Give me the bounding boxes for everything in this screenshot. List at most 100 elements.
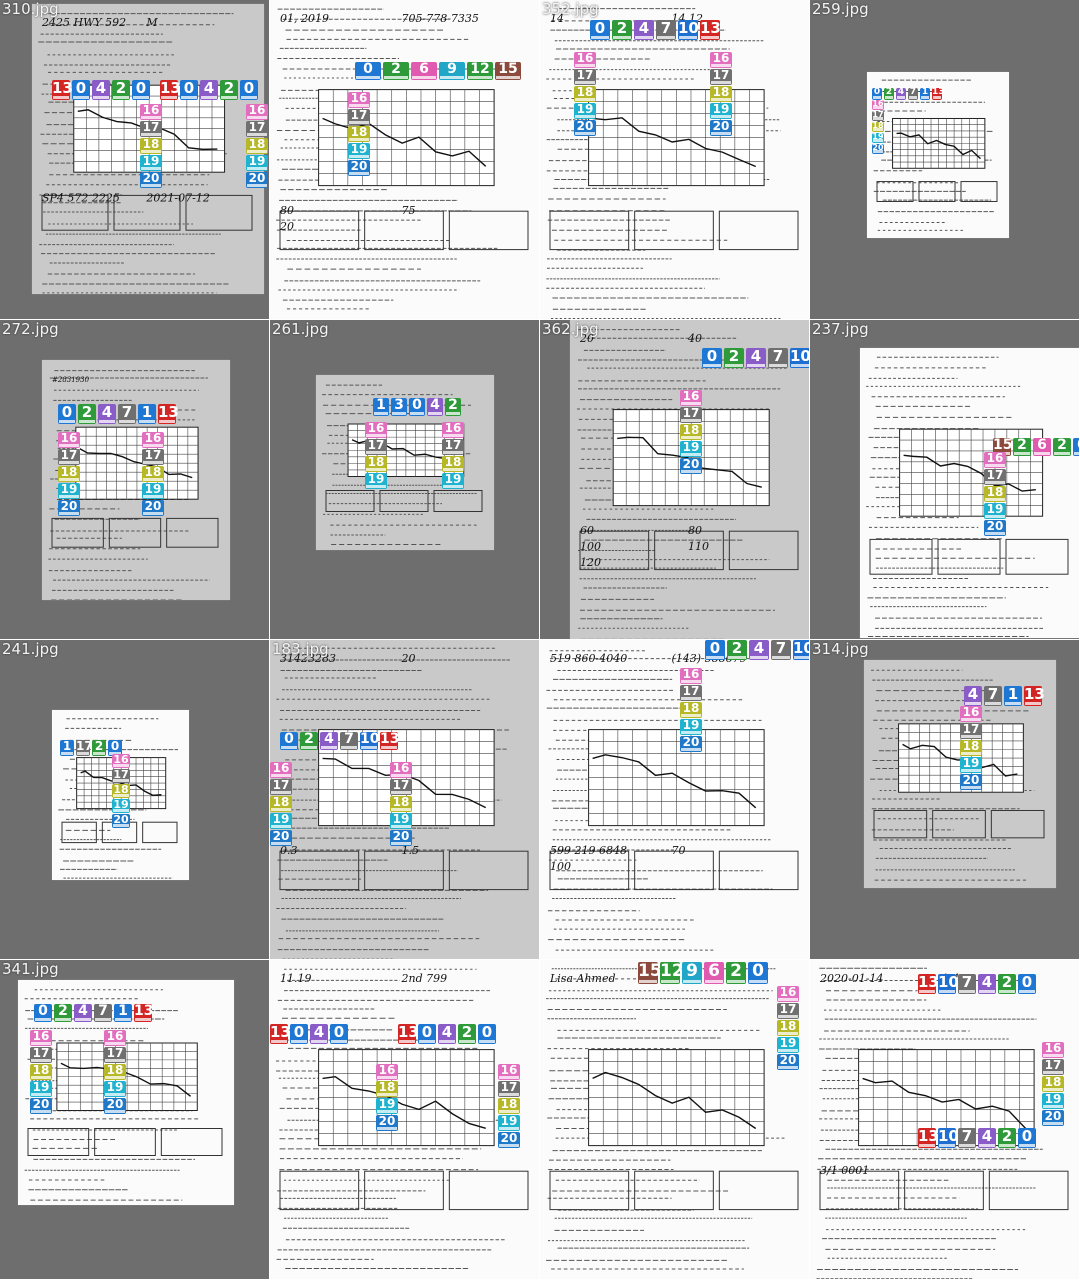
thumbnail-cell[interactable]: 14 14 12 0 2 4 7 10 13 16 17 18 19 20 16 17 18 19 20 352.j… xyxy=(540,0,810,320)
side-label-badge: 20 xyxy=(142,500,164,516)
top-label-badge: 0 xyxy=(1018,1128,1036,1148)
side-label-badge: 19 xyxy=(104,1081,126,1097)
thumbnail-cell[interactable]: 01, 2019 705-778-7335 80 75 20 0 2 6 9 12 15 16 17 18… xyxy=(270,0,540,320)
top-label-badge: 0 xyxy=(355,62,381,80)
side-label-badge: 16 xyxy=(498,1064,520,1080)
top-label-badge: 13 xyxy=(158,404,179,424)
top-label-badge: 2 xyxy=(220,80,238,100)
side-label-badge: 18 xyxy=(442,456,464,472)
side-label-badge: 20 xyxy=(348,160,370,176)
form-box xyxy=(960,181,998,202)
side-label-badge: 20 xyxy=(246,172,268,188)
thumbnail-cell[interactable]: 1526201617181920237.jpg xyxy=(810,320,1080,640)
handwritten-text: 3/1 0001 xyxy=(820,1164,869,1177)
side-label-badge: 16 xyxy=(680,390,702,406)
document-image: Lisa Ahmed xyxy=(540,960,809,1279)
thumbnail-cell[interactable]: #2831930 0 2 4 7 1 13 16 17 18 19 20 16 17 18 19 20 272.j… xyxy=(0,320,270,640)
top-label-badge: 2 xyxy=(92,740,106,756)
form-box xyxy=(990,809,1045,839)
handwritten-text: 2nd 799 xyxy=(401,972,448,985)
top-label-badge: 10 xyxy=(790,348,809,368)
thumbnail-cell[interactable]: 2425 HWY 592 M SP4 572 2225 2021-07-12 13 0 4 2… xyxy=(0,0,270,320)
side-label-badge: 16 xyxy=(348,92,370,108)
side-label-badge: 17 xyxy=(442,439,464,455)
thumbnail-cell[interactable]: 519 860-4040 (143) 588679 599 219 6848 70 10… xyxy=(540,640,810,960)
thumbnail-cell[interactable]: 0 2 4 7 1 13 16 17 18 19 20 16 17 18 19 20 341.jpg xyxy=(0,960,270,1280)
top-label-badge: 13 xyxy=(380,732,399,750)
top-label-badge: 7 xyxy=(958,974,976,994)
top-label-badge: 4 xyxy=(427,398,443,416)
side-label-badge: 16 xyxy=(390,762,412,778)
side-label-badge: 19 xyxy=(365,473,387,489)
side-label-badge: 18 xyxy=(30,1064,52,1080)
top-label-badge: 7 xyxy=(656,20,676,40)
thumbnail-cell[interactable]: 4 7 1 13 16 17 18 19 20 314.jpg xyxy=(810,640,1080,960)
side-label-badge: 16 xyxy=(960,706,982,722)
top-label-badge: 13 xyxy=(134,1004,153,1022)
top-label-badge: 0 xyxy=(280,732,298,750)
filename-label: 352.jpg xyxy=(542,0,599,18)
form-box xyxy=(448,1170,529,1211)
handwritten-text: 705-778-7335 xyxy=(402,12,479,25)
top-label-badge: 13 xyxy=(52,80,73,100)
side-label-badge: 20 xyxy=(140,172,162,188)
top-label-badge: 7 xyxy=(118,404,136,424)
side-label-badge: 19 xyxy=(777,1037,799,1053)
top-label-badge: 2 xyxy=(445,398,461,416)
side-label-badge: 16 xyxy=(1042,1042,1064,1058)
side-label-badge: 16 xyxy=(270,762,292,778)
top-label-badge: 7 xyxy=(908,88,918,100)
form-box xyxy=(988,1170,1069,1211)
side-label-badge: 19 xyxy=(574,103,596,119)
handwritten-text: 75 xyxy=(402,204,416,217)
side-label-badge: 18 xyxy=(574,86,596,102)
side-label-badge: 18 xyxy=(142,466,164,482)
side-label-badge: 18 xyxy=(710,86,732,102)
side-label-badge: 18 xyxy=(777,1020,799,1036)
top-label-badge: 0 xyxy=(702,348,722,368)
thumbnail-cell[interactable]: 1 3 0 4 2 16 17 18 19 16 17 18 19 261.jpg xyxy=(270,320,540,640)
thumbnail-cell[interactable]: 1 17 2 0 16 17 18 19 20 241.jpg xyxy=(0,640,270,960)
side-label-badge: 20 xyxy=(777,1054,799,1070)
side-label-badge: 18 xyxy=(104,1064,126,1080)
filename-label: 310.jpg xyxy=(2,0,59,18)
document-scan: 2020-01-141/43/1 0001 xyxy=(816,967,1069,1279)
side-label-badge: 16 xyxy=(710,52,732,68)
top-label-badge: 7 xyxy=(984,686,1002,706)
side-label-badge: 19 xyxy=(498,1115,520,1131)
top-label-badge: 4 xyxy=(438,1024,456,1044)
handwritten-text: 599 219 6848 xyxy=(550,844,627,857)
thumbnail-cell[interactable]: 11.19 2nd 799 13 0 4 0 13 0 4 2 0 16 18 19 20 16 17 18 19 2… xyxy=(270,960,540,1280)
top-label-badge: 10 xyxy=(678,20,699,40)
thumbnail-cell[interactable]: Lisa Ahmed 15 12 9 6 2 0 16 17 18 19 20 xyxy=(540,960,810,1280)
top-label-badge: 10 xyxy=(793,640,809,660)
side-label-badge: 19 xyxy=(376,1098,398,1114)
side-label-badge: 17 xyxy=(960,723,982,739)
thumbnail-cell[interactable]: 2020-01-141/43/1 00011310742013107420161… xyxy=(810,960,1080,1280)
thumbnail-cell[interactable]: 20 40 60 80 100 110 120 0 2 4 7 10 16 17 18 19 20 362.jpg xyxy=(540,320,810,640)
side-label-badge: 20 xyxy=(498,1132,520,1148)
top-label-badge: 9 xyxy=(439,62,465,80)
top-label-badge: 2 xyxy=(112,80,130,100)
top-label-badge: 2 xyxy=(1053,438,1071,456)
top-label-badge: 0 xyxy=(1073,438,1079,456)
form-box xyxy=(634,1170,714,1211)
top-label-badge: 13 xyxy=(398,1024,419,1044)
side-label-badge: 19 xyxy=(872,132,884,143)
side-label-badge: 17 xyxy=(104,1047,126,1063)
form-box xyxy=(728,530,799,571)
document-image xyxy=(860,348,1079,638)
side-label-badge: 19 xyxy=(270,813,292,829)
top-label-badge: 4 xyxy=(200,80,218,100)
form-box xyxy=(718,1170,799,1211)
side-label-badge: 18 xyxy=(270,796,292,812)
side-label-badge: 17 xyxy=(680,685,702,701)
side-label-badge: 19 xyxy=(710,103,732,119)
side-label-badge: 16 xyxy=(365,422,387,438)
thumbnail-cell[interactable]: 31423283 20 0.3 1.5 0 2 4 7 10 13 16 17 18 19 20 16 17 18… xyxy=(270,640,540,960)
thumbnail-cell[interactable]: 0 2 4 7 1 13 16 17 18 19 20 259.jpg xyxy=(810,0,1080,320)
top-label-badge: 0 xyxy=(478,1024,496,1044)
top-label-badge: 0 xyxy=(330,1024,348,1044)
side-label-badge: 18 xyxy=(872,121,884,132)
top-label-badge: 2 xyxy=(383,62,409,80)
